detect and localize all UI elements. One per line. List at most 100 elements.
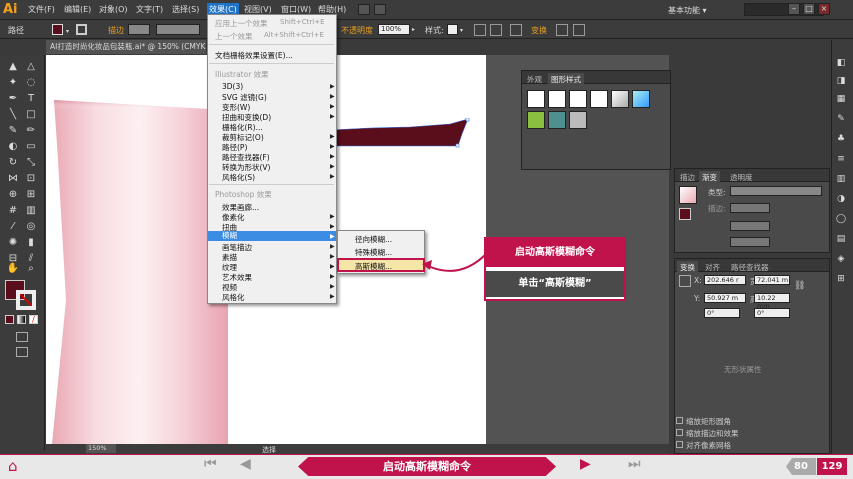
color-guide-icon[interactable]: ◨ [834, 74, 848, 88]
swatches-icon[interactable]: ▦ [834, 92, 848, 106]
magic-wand-icon[interactable]: ✦ [6, 76, 20, 90]
eraser-icon[interactable]: ▭ [24, 140, 38, 154]
eyedropper-icon[interactable]: ⁄ [6, 220, 20, 234]
style-swatch-silver[interactable] [569, 111, 587, 129]
zoom-tool-icon[interactable]: ⌕ [24, 262, 38, 276]
opacity-field[interactable]: 100% [378, 24, 410, 35]
last-page-icon[interactable]: ⏭ [628, 456, 641, 472]
selection-tool-icon[interactable]: ▲ [6, 60, 20, 74]
type-tool-icon[interactable]: T [24, 92, 38, 106]
chevron-down-icon[interactable]: ▾ [66, 28, 69, 35]
style-swatch-leaf[interactable] [527, 111, 545, 129]
lasso-icon[interactable]: ◌ [24, 76, 38, 90]
style-swatch-gray-gradient[interactable] [611, 90, 629, 108]
symbols-icon[interactable]: ♣ [834, 132, 848, 146]
bottle-artwork[interactable] [52, 100, 228, 444]
pixel-grid-checkbox[interactable] [676, 441, 683, 448]
appearance-icon[interactable]: ◯ [834, 212, 848, 226]
home-icon[interactable]: ⌂ [8, 457, 18, 475]
menu-blur[interactable]: 模糊 [208, 231, 336, 241]
style-swatch-default[interactable] [527, 90, 545, 108]
paintbrush-icon[interactable]: ✎ [6, 124, 20, 138]
menu-select[interactable]: 选择(S) [172, 4, 199, 15]
distribute-icon[interactable] [556, 24, 568, 36]
scale-icon[interactable]: ⤡ [24, 156, 38, 170]
gradient-angle-field[interactable] [730, 203, 770, 213]
free-transform-icon[interactable]: ⊡ [24, 172, 38, 186]
minimize-icon[interactable]: – [788, 3, 800, 15]
mesh-tool-icon[interactable]: # [6, 204, 20, 218]
brushes-icon[interactable]: ✎ [834, 112, 848, 126]
rotate-field[interactable]: 0° [704, 308, 740, 318]
tab-transparency[interactable]: 透明度 [727, 171, 756, 184]
opacity-label[interactable]: 不透明度 [341, 25, 373, 36]
style-swatch-red-x[interactable] [590, 90, 608, 108]
previous-page-icon[interactable]: ◀ [240, 456, 251, 472]
h-field[interactable]: 10.22 mm [754, 293, 790, 310]
grid-icon[interactable] [510, 24, 522, 36]
fill-swatch[interactable] [52, 24, 63, 35]
align-icon[interactable] [490, 24, 502, 36]
recolor-icon[interactable] [474, 24, 486, 36]
menu-edit[interactable]: 编辑(E) [64, 4, 91, 15]
menu-file[interactable]: 文件(F) [28, 4, 55, 15]
stroke-icon[interactable]: ≡ [834, 152, 848, 166]
gradient-preview[interactable] [679, 186, 697, 204]
shear-field[interactable]: 0° [754, 308, 790, 318]
menu-stylize-ps[interactable]: 风格化 [222, 292, 245, 303]
transform-label[interactable]: 变换 [531, 25, 547, 36]
style-swatch-blue[interactable] [632, 90, 650, 108]
menu-radial-blur[interactable]: 径向模糊... [355, 234, 392, 245]
maximize-icon[interactable]: □ [803, 3, 815, 15]
first-page-icon[interactable]: ⏮ [204, 456, 217, 472]
graph-tool-icon[interactable]: ▮ [24, 236, 38, 250]
style-swatch-white[interactable] [569, 90, 587, 108]
menu-3d[interactable]: 3D(3) [222, 82, 243, 91]
tab-graphic-styles[interactable]: 图形样式 [548, 73, 584, 86]
tab-gradient[interactable]: 渐变 [699, 171, 720, 184]
blob-brush-icon[interactable]: ◐ [6, 140, 20, 154]
x-field[interactable]: 202.646 r [704, 275, 746, 285]
chevron-right-icon[interactable]: ▸ [412, 26, 415, 33]
gradient-fill-swatch[interactable] [679, 208, 691, 220]
direct-selection-tool-icon[interactable]: △ [24, 60, 38, 74]
pen-tool-icon[interactable]: ✒ [6, 92, 20, 106]
gradient-location-field[interactable] [730, 237, 770, 247]
menu-type[interactable]: 文字(T) [136, 4, 163, 15]
style-swatch-teal[interactable] [548, 111, 566, 129]
stroke-color-swatch[interactable] [16, 290, 36, 310]
color-panel-icon[interactable]: ◧ [834, 56, 848, 70]
tab-pathfinder[interactable]: 路径查找器 [728, 261, 772, 274]
zoom-field[interactable]: 150% [86, 444, 116, 453]
graphic-styles-icon[interactable]: ▤ [834, 232, 848, 246]
draw-mode-icon[interactable] [16, 332, 28, 342]
isolate-icon[interactable] [573, 24, 585, 36]
gradient-mode-icon[interactable] [17, 315, 26, 324]
gradient-tool-icon[interactable]: ▥ [24, 204, 38, 218]
stroke-profile-field[interactable] [156, 24, 200, 35]
transparency-icon[interactable]: ◑ [834, 192, 848, 206]
layers-icon[interactable]: ◈ [834, 252, 848, 266]
y-field[interactable]: 50.927 m [704, 293, 746, 303]
menu-gaussian-blur[interactable]: 高斯模糊... [355, 261, 392, 272]
style-swatch[interactable] [447, 24, 458, 35]
tab-transform[interactable]: 变换 [677, 261, 698, 274]
constrain-link-icon[interactable]: ⛓ [794, 281, 805, 291]
close-icon[interactable]: × [818, 3, 830, 15]
artboards-icon[interactable]: ⊞ [834, 272, 848, 286]
chevron-down-icon[interactable]: ▾ [460, 27, 463, 34]
menu-last-effect[interactable]: 上一个效果 [215, 31, 253, 42]
none-mode-icon[interactable]: / [29, 315, 38, 324]
hand-tool-icon[interactable]: ✋ [6, 262, 20, 276]
next-page-icon[interactable]: ▶ [580, 456, 591, 472]
width-tool-icon[interactable]: ⋈ [6, 172, 20, 186]
w-field[interactable]: 72.041 m [754, 275, 790, 285]
document-tab[interactable]: AI打造时尚化妆品包装瓶.ai* @ 150% (CMYK [46, 40, 206, 54]
tab-stroke[interactable]: 描边 [677, 171, 698, 184]
blend-tool-icon[interactable]: ◎ [24, 220, 38, 234]
rotate-icon[interactable]: ↻ [6, 156, 20, 170]
arrange-icon[interactable] [374, 4, 386, 15]
menu-raster-settings[interactable]: 文档栅格效果设置(E)... [215, 50, 293, 61]
tab-align[interactable]: 对齐 [702, 261, 723, 274]
line-tool-icon[interactable]: ╲ [6, 108, 20, 122]
